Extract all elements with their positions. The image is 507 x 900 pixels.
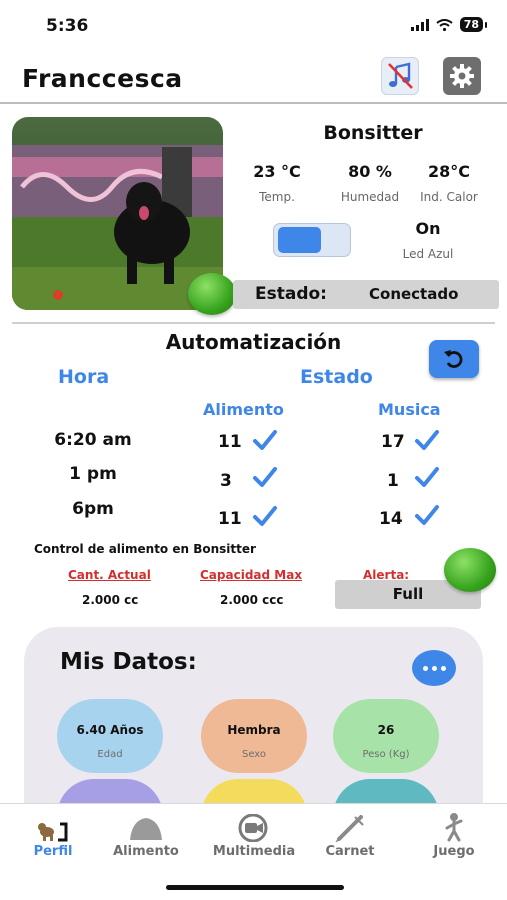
tab-multimedia-label: Multimedia [212,844,296,859]
heat-index-value: 28°C [427,162,470,181]
temperature-metric: 23 °C Temp. [236,162,318,204]
current-amount-label: Cant. Actual [68,568,151,582]
led-label: Led Azul [402,247,454,261]
gear-icon [450,64,474,88]
sex-pill[interactable]: Hembra Sexo [201,699,307,773]
music-off-icon [388,62,413,89]
tab-alimento[interactable]: Alimento [96,812,196,859]
refresh-button[interactable] [429,340,479,378]
dot [431,665,437,671]
alert-status-indicator [444,548,496,592]
tab-carnet[interactable]: Carnet [300,812,400,859]
tab-alimento-label: Alimento [113,844,179,859]
status-icons: 78 [410,17,488,32]
tab-perfil[interactable]: Perfil [3,812,103,859]
video-camera-icon [204,812,304,842]
bottom-tab-bar: Perfil Alimento Multimedia Carnet Juego [0,803,507,900]
age-label: Edad [97,749,123,760]
musica-check-icon-1[interactable] [414,428,440,452]
tab-juego-label: Juego [433,844,475,859]
heat-index-metric: 28°C Ind. Calor [408,162,490,204]
tab-juego[interactable]: Juego [404,812,504,859]
age-value: 6.40 Años [76,723,144,737]
status-time: 5:36 [46,16,89,36]
alimento-header: Alimento [203,400,284,419]
musica-check-icon-3[interactable] [414,503,440,527]
alimento-check-icon-3[interactable] [252,504,278,528]
tab-perfil-label: Perfil [33,844,73,859]
status-bar: 5:36 78 [0,0,507,52]
food-bowl-icon [96,812,196,842]
my-data-title: Mis Datos: [60,649,197,675]
alimento-value-2: 3 [220,471,232,491]
person-playing-icon [404,812,504,842]
music-toggle-button[interactable] [381,57,419,95]
humidity-label: Humedad [340,190,400,204]
estado-label: Estado: [255,284,327,304]
temperature-label: Temp. [259,190,295,204]
connection-status-bar: Estado: Conectado [233,280,499,309]
musica-value-3: 14 [379,509,403,529]
online-status-indicator [188,273,236,315]
device-name: Bonsitter [323,122,423,144]
refresh-icon [444,350,463,368]
battery-indicator: 78 [459,17,488,32]
schedule-time-3: 6pm [72,499,114,519]
wifi-icon [436,18,453,31]
dot [440,665,446,671]
weight-label: Peso (Kg) [362,749,410,760]
musica-value-2: 1 [387,471,399,491]
led-state: On [415,219,441,238]
toggle-knob [278,227,321,253]
more-options-button[interactable] [412,650,456,686]
musica-header: Musica [378,400,441,419]
hora-header: Hora [58,366,110,388]
max-capacity-value: 2.000 ccc [220,593,284,607]
tab-carnet-label: Carnet [325,844,375,859]
signal-icon [410,18,429,31]
settings-button[interactable] [443,57,481,95]
section-divider [12,322,495,324]
age-pill[interactable]: 6.40 Años Edad [57,699,163,773]
weight-value: 26 [377,723,395,737]
sex-value: Hembra [227,723,281,737]
dot [422,665,428,671]
musica-check-icon-2[interactable] [414,465,440,489]
max-capacity-label: Capacidad Max [200,568,303,582]
food-control-title: Control de alimento en Bonsitter [34,542,256,556]
home-indicator[interactable] [166,885,344,890]
weight-pill[interactable]: 26 Peso (Kg) [333,699,439,773]
estado-header: Estado [300,366,373,388]
alimento-value-3: 11 [218,509,242,529]
alimento-check-icon-2[interactable] [252,465,278,489]
schedule-time-2: 1 pm [69,464,117,484]
temperature-value: 23 °C [253,162,301,181]
syringe-icon [300,812,400,842]
alimento-check-icon-1[interactable] [252,428,278,452]
heat-index-label: Ind. Calor [420,190,478,204]
led-status: On Led Azul [388,219,468,261]
humidity-value: 80 % [348,162,392,181]
schedule-time-1: 6:20 am [54,430,132,450]
alimento-value-1: 11 [218,432,242,452]
tab-multimedia[interactable]: Multimedia [204,812,304,859]
sex-label: Sexo [241,749,267,760]
led-toggle-switch[interactable] [273,223,351,257]
humidity-metric: 80 % Humedad [329,162,411,204]
dog-icon [3,812,103,842]
app-header: Franccesca [0,52,507,104]
pet-name-title: Franccesca [22,64,183,93]
estado-value: Conectado [369,285,459,303]
musica-value-1: 17 [381,432,405,452]
current-amount-value: 2.000 cc [82,593,139,607]
